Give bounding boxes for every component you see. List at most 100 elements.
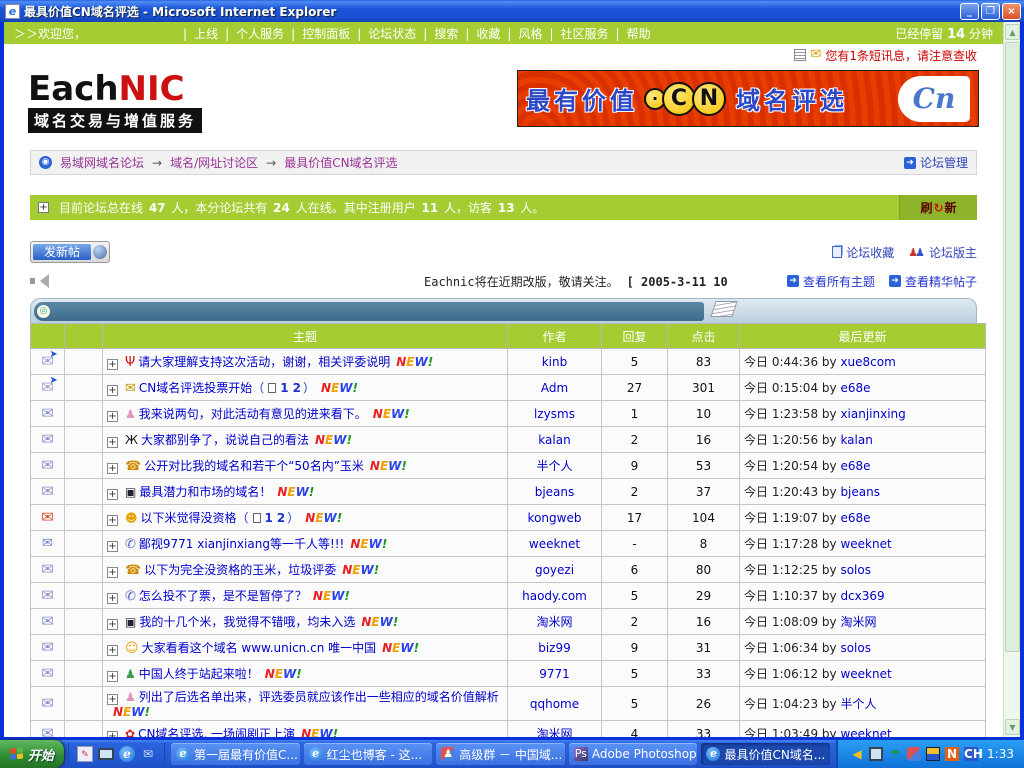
navbar-link[interactable]: 控制面板 bbox=[302, 27, 350, 41]
page-number-link[interactable]: 2 bbox=[277, 511, 285, 525]
update-user-link[interactable]: e68e bbox=[840, 511, 870, 525]
update-user-link[interactable]: weeknet bbox=[840, 667, 891, 681]
expand-topic-icon[interactable]: + bbox=[107, 515, 118, 526]
expand-topic-icon[interactable]: + bbox=[107, 593, 118, 604]
update-user-link[interactable]: e68e bbox=[840, 459, 870, 473]
outlook-express-icon[interactable]: ✉ bbox=[140, 746, 156, 762]
expand-topic-icon[interactable]: + bbox=[107, 385, 118, 396]
restore-button[interactable]: ❐ bbox=[981, 3, 1000, 20]
topic-title-link[interactable]: 以下为完全没资格的玉米，垃圾评委 bbox=[144, 563, 336, 577]
qq-tray-icon[interactable] bbox=[907, 747, 921, 761]
navbar-link[interactable]: 论坛状态 bbox=[368, 27, 416, 41]
breadcrumb-item[interactable]: 域名/网址讨论区 bbox=[170, 156, 258, 170]
expand-topic-icon[interactable]: + bbox=[107, 567, 118, 578]
internet-explorer-icon[interactable]: e bbox=[119, 746, 135, 762]
task-button[interactable]: e红尘也博客 - 这... bbox=[304, 743, 433, 765]
tray-n-app-icon[interactable]: N bbox=[945, 747, 959, 761]
topic-author-link[interactable]: 淘米网 bbox=[508, 609, 602, 635]
navbar-link[interactable]: 搜索 bbox=[434, 27, 458, 41]
topic-title-link[interactable]: 最具潜力和市场的域名！ bbox=[139, 485, 271, 499]
topic-author-link[interactable]: weeknet bbox=[508, 531, 602, 557]
topic-pages[interactable]: （12） bbox=[237, 511, 300, 525]
topic-author-link[interactable]: 半个人 bbox=[508, 453, 602, 479]
task-button[interactable]: e第一届最有价值C... bbox=[171, 743, 300, 765]
topic-title-link[interactable]: 我来说两句，对此活动有意见的进来看下。 bbox=[139, 407, 367, 421]
forum-favorite-link[interactable]: 论坛收藏 bbox=[832, 244, 894, 261]
expand-topic-icon[interactable]: + bbox=[107, 694, 118, 705]
expand-topic-icon[interactable]: + bbox=[107, 645, 118, 656]
expand-topic-icon[interactable]: + bbox=[107, 489, 118, 500]
expand-topic-icon[interactable]: + bbox=[107, 731, 118, 737]
topic-title-link[interactable]: 列出了后选名单出来，评选委员就应该作出一些相应的域名价值解析 bbox=[139, 690, 499, 704]
expand-topic-icon[interactable]: + bbox=[107, 541, 118, 552]
topic-title-link[interactable]: CN域名评选投票开始 bbox=[139, 381, 252, 395]
topic-pages[interactable]: （12） bbox=[252, 381, 315, 395]
topic-author-link[interactable]: goyezi bbox=[508, 557, 602, 583]
navbar-link[interactable]: 上线 bbox=[194, 27, 218, 41]
topic-author-link[interactable]: kinb bbox=[508, 349, 602, 375]
update-user-link[interactable]: solos bbox=[840, 563, 871, 577]
navbar-link[interactable]: 个人服务 bbox=[236, 27, 284, 41]
page-number-link[interactable]: 2 bbox=[293, 381, 301, 395]
scroll-up-icon[interactable]: ▲ bbox=[1005, 24, 1020, 40]
update-user-link[interactable]: weeknet bbox=[840, 537, 891, 551]
topic-author-link[interactable]: haody.com bbox=[508, 583, 602, 609]
refresh-button[interactable]: 刷↻新 bbox=[899, 195, 977, 220]
update-user-link[interactable]: solos bbox=[840, 641, 871, 655]
breadcrumb-item[interactable]: 易域网域名论坛 bbox=[60, 156, 144, 170]
update-user-link[interactable]: bjeans bbox=[840, 485, 880, 499]
navbar-link[interactable]: 风格 bbox=[518, 27, 542, 41]
update-user-link[interactable]: dcx369 bbox=[840, 589, 884, 603]
topic-title-link[interactable]: 大家看看这个域名 www.unicn.cn 唯一中国 bbox=[142, 641, 377, 655]
collapse-stats-icon[interactable]: + bbox=[38, 202, 49, 213]
input-language-badge[interactable]: CH bbox=[964, 747, 978, 761]
topic-title-link[interactable]: 怎么投不了票，是不是暂停了？ bbox=[139, 589, 307, 603]
expand-topic-icon[interactable]: + bbox=[107, 671, 118, 682]
topic-title-link[interactable]: 大家都别争了，说说自己的看法 bbox=[141, 433, 309, 447]
breadcrumb-item[interactable]: 最具价值CN域名评选 bbox=[284, 156, 397, 170]
network-computer-icon[interactable] bbox=[869, 747, 883, 761]
topic-title-link[interactable]: 鄙视9771 xianjinxiang等一千人等!!! bbox=[139, 537, 344, 551]
navbar-link[interactable]: 帮助 bbox=[627, 27, 651, 41]
update-user-link[interactable]: kalan bbox=[840, 433, 872, 447]
topic-author-link[interactable]: biz99 bbox=[508, 635, 602, 661]
antivirus-umbrella-icon[interactable]: ☂ bbox=[888, 747, 902, 761]
message-envelope-icon[interactable]: ✉ bbox=[810, 49, 821, 61]
volume-icon[interactable]: ◀ bbox=[850, 747, 864, 761]
topic-title-link[interactable]: 公开对比我的域名和若干个“50名内”玉米 bbox=[144, 459, 364, 473]
navbar-link[interactable]: 社区服务 bbox=[561, 27, 609, 41]
expand-topic-icon[interactable]: + bbox=[107, 619, 118, 630]
cn-campaign-banner[interactable]: 最有价值 · C N 域名评选 Cn bbox=[517, 70, 979, 127]
topic-title-link[interactable]: 我的十几个米，我觉得不错哦，均未入选 bbox=[139, 615, 355, 629]
update-user-link[interactable]: xue8com bbox=[840, 355, 895, 369]
eachnic-logo[interactable]: EachNIC 域名交易与增值服务 bbox=[28, 72, 202, 133]
topic-author-link[interactable]: 淘米网 bbox=[508, 721, 602, 738]
page-number-link[interactable]: 1 bbox=[280, 381, 288, 395]
vertical-scrollbar[interactable]: ▲ ▼ bbox=[1003, 22, 1020, 737]
update-user-link[interactable]: 淘米网 bbox=[840, 615, 876, 629]
show-desktop-icon[interactable] bbox=[98, 748, 114, 760]
scrollbar-thumb[interactable] bbox=[1005, 42, 1020, 652]
update-user-link[interactable]: e68e bbox=[840, 381, 870, 395]
task-button[interactable]: e最具价值CN域名... bbox=[701, 743, 830, 765]
message-notice[interactable]: 您有1条短讯息，请注意查收 bbox=[825, 47, 977, 64]
topic-author-link[interactable]: bjeans bbox=[508, 479, 602, 505]
view-all-topics-link[interactable]: ➜ 查看所有主题 bbox=[787, 273, 875, 290]
update-user-link[interactable]: xianjinxing bbox=[840, 407, 905, 421]
new-post-button[interactable]: 发新帖 bbox=[30, 241, 110, 263]
topic-title-link[interactable]: 请大家理解支持这次活动，谢谢，相关评委说明 bbox=[138, 355, 390, 369]
forum-manage-link[interactable]: ➜ 论坛管理 bbox=[904, 154, 968, 171]
topic-author-link[interactable]: kongweb bbox=[508, 505, 602, 531]
start-button[interactable]: 开始 bbox=[0, 740, 64, 768]
navbar-link[interactable]: 收藏 bbox=[476, 27, 500, 41]
topic-author-link[interactable]: lzysms bbox=[508, 401, 602, 427]
expand-topic-icon[interactable]: + bbox=[107, 463, 118, 474]
topic-title-link[interactable]: CN域名评选, 一场闹剧正上演 bbox=[138, 727, 295, 737]
message-list-icon[interactable] bbox=[794, 49, 806, 61]
update-user-link[interactable]: 半个人 bbox=[840, 697, 876, 711]
close-button[interactable]: × bbox=[1002, 3, 1021, 20]
expand-topic-icon[interactable]: + bbox=[107, 359, 118, 370]
forum-moderator-link[interactable]: ♟♟ 论坛版主 bbox=[908, 244, 977, 261]
minimize-button[interactable]: _ bbox=[960, 3, 979, 20]
view-digest-link[interactable]: ➜ 查看精华帖子 bbox=[889, 273, 977, 290]
